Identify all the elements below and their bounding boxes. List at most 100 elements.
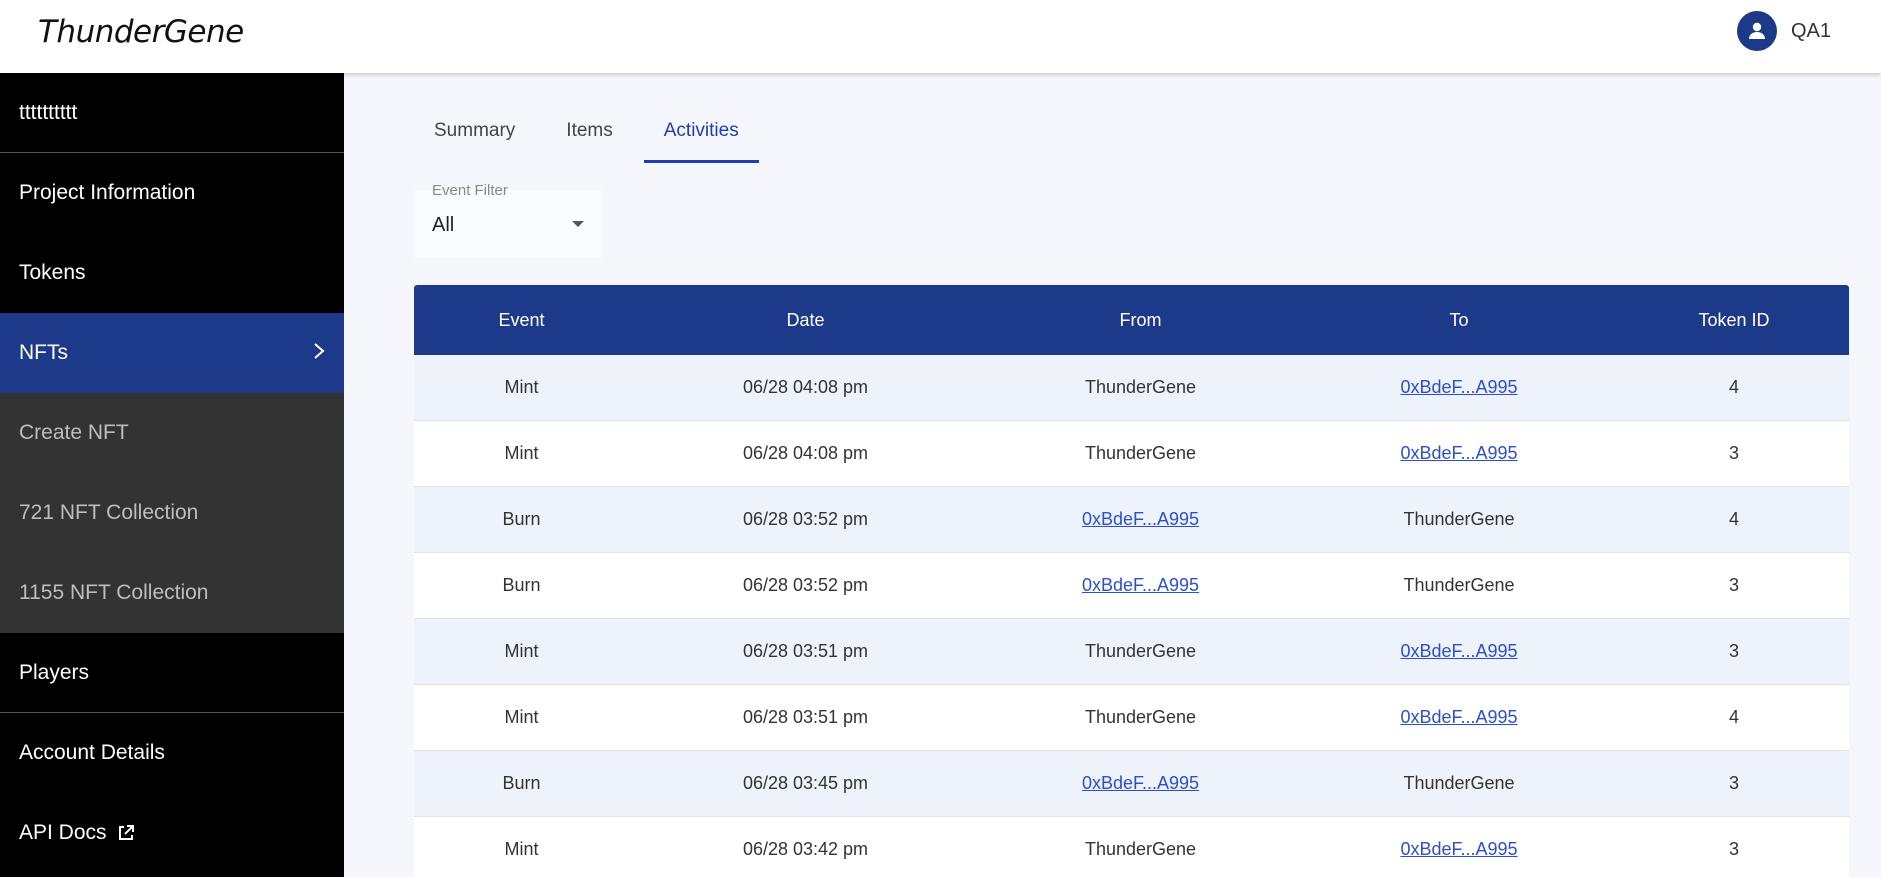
sidebar-item-tokens[interactable]: Tokens — [0, 233, 344, 313]
cell-text: ThunderGene — [1403, 773, 1515, 793]
cell-text: ThunderGene — [1403, 575, 1515, 595]
table-row: Mint 06/28 03:42 pm ThunderGene 0xBdeF...A9… — [414, 817, 1849, 877]
cell-from: ThunderGene — [982, 839, 1299, 860]
person-icon[interactable] — [1736, 11, 1777, 51]
caret-down-icon — [572, 221, 584, 227]
column-header-to: To — [1449, 309, 1469, 330]
column-header-token-id: Token ID — [1698, 309, 1770, 330]
sidebar-item-project-information[interactable]: Project Information — [0, 153, 344, 233]
cell-text: 3 — [1728, 443, 1739, 463]
sidebar-item-label: Account Details — [19, 741, 165, 764]
sidebar-item-label: 1155 NFT Collection — [19, 581, 209, 604]
table-row: Mint 06/28 04:08 pm ThunderGene 0xBdeF...A9… — [414, 355, 1849, 421]
cell-event: Mint — [414, 443, 629, 464]
cell-to: ThunderGene — [1299, 509, 1619, 530]
event-filter-value: All — [432, 214, 455, 236]
column-header-event: Event — [498, 309, 545, 330]
cell-text: Burn — [502, 773, 541, 793]
cell-from: ThunderGene — [982, 377, 1299, 398]
cell-event: Mint — [414, 377, 629, 398]
cell-text: ThunderGene — [1084, 443, 1197, 463]
address-link[interactable]: 0xBdeF...A995 — [1400, 839, 1517, 860]
cell-text: 4 — [1728, 707, 1739, 727]
cell-text: 06/28 03:51 pm — [742, 641, 869, 661]
cell-date: 06/28 03:52 pm — [629, 575, 982, 596]
cell-text: 06/28 04:08 pm — [742, 443, 869, 463]
cell-text: 3 — [1728, 839, 1739, 859]
sidebar-item-label: API Docs — [19, 821, 107, 844]
cell-text: Mint — [504, 839, 539, 859]
cell-token-id: 3 — [1619, 773, 1849, 794]
tab-bar: Summary Items Activities — [414, 110, 770, 163]
cell-text: Mint — [504, 377, 539, 397]
cell-text: 3 — [1728, 575, 1739, 595]
cell-date: 06/28 04:08 pm — [629, 443, 982, 464]
tab-items[interactable]: Items — [546, 110, 632, 163]
cell-text: Mint — [504, 707, 539, 727]
cell-to: 0xBdeF...A995 — [1299, 377, 1619, 398]
address-link[interactable]: 0xBdeF...A995 — [1400, 641, 1517, 662]
sidebar-item-create-nft[interactable]: Create NFT — [0, 393, 344, 473]
event-filter-select[interactable]: Event Filter All — [414, 182, 602, 258]
user-menu[interactable]: QA1 — [1736, 11, 1831, 51]
cell-text: ThunderGene — [1403, 509, 1515, 529]
event-filter-label: Event Filter — [432, 182, 508, 199]
cell-to: 0xBdeF...A995 — [1299, 641, 1619, 662]
cell-text: ThunderGene — [1084, 707, 1197, 727]
username: QA1 — [1790, 19, 1831, 42]
cell-event: Burn — [414, 575, 629, 596]
address-link[interactable]: 0xBdeF...A995 — [1082, 509, 1199, 530]
app-logo[interactable]: ThunderGene — [38, 14, 244, 50]
table-row: Burn 06/28 03:52 pm 0xBdeF...A995 ThunderGe… — [414, 487, 1849, 553]
sidebar-item-label: Tokens — [19, 261, 86, 284]
sidebar-item-api-docs[interactable]: API Docs — [0, 793, 344, 873]
sidebar-item-721-nft-collection[interactable]: 721 NFT Collection — [0, 473, 344, 553]
cell-text: ThunderGene — [1084, 377, 1197, 397]
cell-to: ThunderGene — [1299, 773, 1619, 794]
sidebar-item-label: Project Information — [19, 181, 196, 204]
cell-text: 06/28 03:51 pm — [742, 707, 869, 727]
cell-from: ThunderGene — [982, 641, 1299, 662]
cell-text: 06/28 03:45 pm — [742, 773, 869, 793]
cell-token-id: 3 — [1619, 575, 1849, 596]
cell-text: 06/28 03:52 pm — [742, 509, 869, 529]
table-row: Burn 06/28 03:45 pm 0xBdeF...A995 ThunderGe… — [414, 751, 1849, 817]
cell-date: 06/28 03:51 pm — [629, 707, 982, 728]
table-row: Mint 06/28 03:51 pm ThunderGene 0xBdeF...A9… — [414, 619, 1849, 685]
cell-event: Mint — [414, 641, 629, 662]
cell-text: ThunderGene — [1084, 839, 1197, 859]
sidebar-item-nfts[interactable]: NFTs — [0, 313, 344, 393]
top-bar: ThunderGene QA1 — [0, 0, 1881, 73]
sidebar-item-label: Create NFT — [19, 421, 129, 444]
address-link[interactable]: 0xBdeF...A995 — [1082, 575, 1199, 596]
cell-text: Burn — [502, 509, 541, 529]
sidebar-item-players[interactable]: Players — [0, 633, 344, 713]
cell-to: 0xBdeF...A995 — [1299, 707, 1619, 728]
tab-activities[interactable]: Activities — [643, 110, 759, 163]
cell-token-id: 3 — [1619, 839, 1849, 860]
sidebar-item-1155-nft-collection[interactable]: 1155 NFT Collection — [0, 553, 344, 633]
table-header: Event Date From To Token ID — [414, 285, 1849, 355]
address-link[interactable]: 0xBdeF...A995 — [1400, 707, 1517, 728]
cell-token-id: 3 — [1619, 641, 1849, 662]
cell-from: ThunderGene — [982, 707, 1299, 728]
cell-from: ThunderGene — [982, 443, 1299, 464]
cell-text: 3 — [1728, 641, 1739, 661]
sidebar-item-account-details[interactable]: Account Details — [0, 713, 344, 793]
table-row: Mint 06/28 04:08 pm ThunderGene 0xBdeF...A9… — [414, 421, 1849, 487]
address-link[interactable]: 0xBdeF...A995 — [1082, 773, 1199, 794]
activities-table: Event Date From To Token ID Mint 06/28 04… — [414, 285, 1849, 877]
cell-from: 0xBdeF...A995 — [982, 575, 1299, 596]
cell-event: Mint — [414, 839, 629, 860]
cell-event: Burn — [414, 773, 629, 794]
cell-text: 06/28 04:08 pm — [742, 377, 869, 397]
sidebar-item-label: Players — [19, 660, 90, 684]
address-link[interactable]: 0xBdeF...A995 — [1400, 443, 1517, 464]
cell-date: 06/28 03:52 pm — [629, 509, 982, 530]
cell-to: 0xBdeF...A995 — [1299, 443, 1619, 464]
cell-date: 06/28 04:08 pm — [629, 377, 982, 398]
cell-date: 06/28 03:42 pm — [629, 839, 982, 860]
tab-summary[interactable]: Summary — [414, 110, 535, 163]
sidebar: tttttttttt Project Information Tokens NF… — [0, 73, 344, 877]
address-link[interactable]: 0xBdeF...A995 — [1400, 377, 1517, 398]
